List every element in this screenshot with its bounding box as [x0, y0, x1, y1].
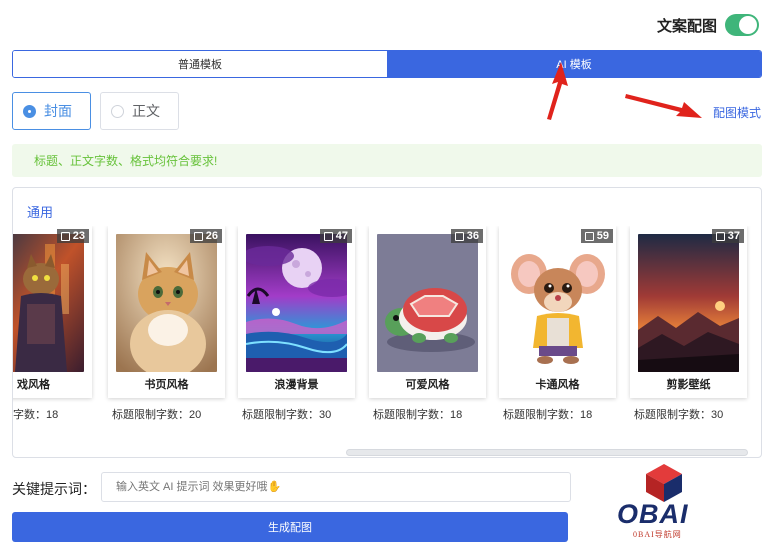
- card-title-limit: 标题限制字数：18: [503, 409, 593, 421]
- card-thumbnail: [507, 234, 608, 372]
- usage-count: 23: [72, 230, 85, 242]
- usage-count-badge: 59: [580, 229, 613, 243]
- usage-count-badge: 23: [56, 229, 89, 243]
- card-name: 书页风格: [144, 379, 189, 391]
- card-name: 可爱风格: [405, 379, 450, 391]
- card-thumbnail: [638, 234, 739, 372]
- usage-count: 36: [466, 230, 479, 242]
- card-title-limit: 标题限制字数：20: [112, 409, 202, 421]
- annotation-arrow-up: [547, 62, 568, 120]
- card-frame: 59 卡通风格: [499, 226, 616, 398]
- radio-dot-icon: [111, 104, 124, 118]
- card-frame: 47 浪漫背景: [238, 226, 355, 398]
- card-title-limit: 字数：18: [13, 409, 59, 421]
- switch-knob: [739, 16, 757, 34]
- card-title-limit: 标题限制字数：30: [242, 409, 332, 421]
- usage-count: 47: [335, 230, 348, 242]
- edit-icon: [323, 231, 333, 241]
- card-name: 浪漫背景: [274, 379, 319, 391]
- radio-cover[interactable]: 封面: [12, 92, 91, 130]
- card-frame: 36 可爱风格: [369, 226, 486, 398]
- radio-dot-icon: [23, 104, 36, 118]
- edit-icon: [60, 231, 70, 241]
- card-thumbnail: [13, 234, 84, 372]
- card-name: 戏风格: [17, 379, 50, 391]
- success-alert: 标题、正文字数、格式均符合要求!: [12, 144, 762, 177]
- radio-cover-label: 封面: [44, 103, 72, 119]
- template-card[interactable]: 36 可爱风格 标题限制字数：18: [369, 226, 486, 421]
- template-card[interactable]: 59 卡通风格 标题限制字数：18: [499, 226, 616, 421]
- template-panel: 通用 23 戏风格 字数：18 26 书页风格 标题限制字数：20 47 浪漫背…: [12, 187, 762, 458]
- usage-count-badge: 26: [189, 229, 222, 243]
- edit-icon: [584, 231, 594, 241]
- prompt-input[interactable]: [101, 472, 571, 502]
- card-thumbnail: [246, 234, 347, 372]
- tab-normal-template[interactable]: 普通模板: [13, 51, 387, 77]
- radio-body-label: 正文: [132, 103, 160, 119]
- toggle-label: 文案配图: [656, 17, 717, 35]
- template-card[interactable]: 26 书页风格 标题限制字数：20: [108, 226, 225, 421]
- edit-icon: [715, 231, 725, 241]
- text-illustration-toggle: 文案配图: [657, 14, 759, 36]
- usage-count: 37: [727, 230, 740, 242]
- cube-icon: [646, 464, 682, 502]
- radio-body[interactable]: 正文: [100, 92, 179, 130]
- template-card[interactable]: 37 剪影壁纸 标题限制字数：30: [630, 226, 747, 421]
- generate-button[interactable]: 生成配图: [12, 512, 568, 542]
- tab-ai-template[interactable]: AI 模板: [387, 51, 761, 77]
- logo-wordmark: OBAI: [617, 499, 689, 529]
- card-thumbnail: [116, 234, 217, 372]
- card-frame: 26 书页风格: [108, 226, 225, 398]
- template-card-list: 23 戏风格 字数：18 26 书页风格 标题限制字数：20 47 浪漫背景 标…: [13, 226, 761, 426]
- section-title: 通用: [27, 205, 54, 220]
- card-title-limit: 标题限制字数：18: [373, 409, 463, 421]
- card-name: 卡通风格: [535, 379, 580, 391]
- usage-count: 59: [596, 230, 609, 242]
- edit-icon: [454, 231, 464, 241]
- obai-logo: OBAI 0BAI导航网: [614, 462, 714, 544]
- template-tabs: 普通模板 AI 模板: [12, 50, 762, 78]
- card-title-limit: 标题限制字数：30: [634, 409, 724, 421]
- horizontal-scrollbar[interactable]: [346, 449, 748, 456]
- prompt-label: 关键提示词：: [12, 481, 96, 497]
- usage-count-badge: 37: [711, 229, 744, 243]
- usage-count-badge: 47: [319, 229, 352, 243]
- usage-count-badge: 36: [450, 229, 483, 243]
- toggle-switch[interactable]: [725, 14, 759, 36]
- card-name: 剪影壁纸: [666, 379, 711, 391]
- template-card[interactable]: 47 浪漫背景 标题限制字数：30: [238, 226, 355, 421]
- card-thumbnail: [377, 234, 478, 372]
- card-frame: 37 剪影壁纸: [630, 226, 747, 398]
- illustration-mode-link[interactable]: 配图模式: [713, 104, 761, 121]
- template-card[interactable]: 23 戏风格 字数：18: [13, 226, 92, 421]
- logo-subtitle: 0BAI导航网: [633, 530, 682, 539]
- usage-count: 26: [205, 230, 218, 242]
- card-frame: 23 戏风格: [13, 226, 92, 398]
- edit-icon: [193, 231, 203, 241]
- annotation-arrow-right: [625, 94, 702, 118]
